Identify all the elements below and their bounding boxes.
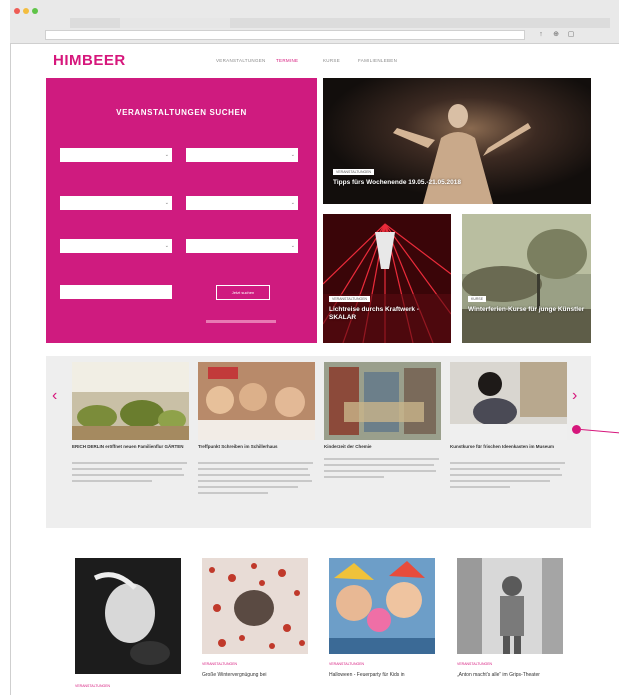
tile-tag: VERANSTALTUNGEN	[329, 296, 371, 302]
carousel-card[interactable]: Kinderzeit der Chemie	[324, 362, 441, 522]
article-card[interactable]	[202, 558, 308, 654]
card-text-line	[72, 462, 187, 464]
minimize-window-button[interactable]	[23, 8, 29, 14]
district-select[interactable]: ⌄	[60, 239, 172, 253]
card-title: Treffpunkt Schreiben im Schillerhaus	[198, 444, 278, 449]
nav-kurse[interactable]: KURSE	[323, 58, 340, 63]
card-text-line	[450, 474, 562, 476]
carousel-card[interactable]: ERICH DERLIN eröffnet neuen Familienflur…	[72, 362, 189, 522]
chevron-down-icon: ⌄	[290, 152, 295, 158]
carousel-card[interactable]: Treffpunkt Schreiben im Schillerhaus	[198, 362, 315, 522]
browser-tab[interactable]	[450, 18, 530, 28]
card-title: Kinderzeit der Chemie	[324, 444, 372, 449]
featured-image	[462, 214, 591, 343]
carousel-next-button[interactable]: ›	[572, 388, 577, 404]
article-card[interactable]	[329, 558, 435, 654]
maximize-window-button[interactable]	[32, 8, 38, 14]
carousel-card[interactable]: Kunstkurse für frischen Ideenkasten im M…	[450, 362, 567, 522]
article-title: „Anton macht's alle“ im Grips-Theater	[457, 672, 540, 678]
card-text-line	[72, 480, 152, 482]
nav-termine[interactable]: TERMINE	[276, 58, 298, 63]
article-tag: VERANSTALTUNGEN	[75, 684, 111, 688]
card-text-line	[72, 474, 184, 476]
news-carousel: ‹ › ERICH DERLIN eröffnet neuen Familien…	[46, 356, 591, 528]
bookmark-icon[interactable]: ⊕	[552, 30, 560, 40]
card-image	[324, 362, 441, 440]
search-submit-button[interactable]: Jetzt suchen	[216, 285, 270, 300]
date-select[interactable]: ⌄	[186, 148, 298, 162]
nav-veranstaltungen[interactable]: VERANSTALTUNGEN	[216, 58, 266, 63]
card-text-line	[324, 464, 434, 466]
browser-tab[interactable]	[320, 18, 460, 28]
chevron-down-icon: ⌄	[164, 152, 169, 158]
site-logo[interactable]: HIMBEER	[53, 52, 126, 69]
featured-tile-small[interactable]: KURSE Winterferien-Kurse für junge Künst…	[462, 214, 591, 343]
category-select[interactable]: ⌄	[60, 148, 172, 162]
article-image	[329, 558, 435, 654]
tile-title: Lichtreise durchs Kraftwerk - SKALAR	[329, 306, 419, 321]
article-image	[457, 558, 563, 654]
age-select[interactable]: ⌄	[60, 196, 172, 210]
tabs-icon[interactable]: ▢	[567, 30, 575, 40]
card-text-line	[324, 458, 439, 460]
tile-title: Winterferien-Kurse für junge Künstler	[468, 306, 585, 313]
chevron-down-icon: ⌄	[164, 243, 169, 249]
card-text-line	[450, 486, 510, 488]
article-title: Halloween - Feuerparty für Kids in	[329, 672, 405, 678]
article-tag: VERANSTALTUNGEN	[329, 662, 365, 666]
card-text-line	[198, 468, 308, 470]
card-text-line	[324, 470, 436, 472]
annotation-dot	[572, 425, 581, 434]
article-title: Große Wintervergnügung bei	[202, 672, 267, 678]
close-window-button[interactable]	[14, 8, 20, 14]
featured-image	[323, 214, 451, 343]
card-text-line	[198, 474, 310, 476]
article-card[interactable]	[75, 558, 181, 674]
tile-title: Tipps fürs Wochenende 19.05.-21.05.2018	[333, 179, 462, 186]
article-image	[75, 558, 181, 674]
card-title: Kunstkurse für frischen Ideenkasten im M…	[450, 444, 555, 449]
browser-tab[interactable]	[120, 18, 230, 28]
filter-reset-link[interactable]	[206, 320, 276, 323]
article-image	[202, 558, 308, 654]
card-title: ERICH DERLIN eröffnet neuen Familienflur…	[72, 444, 184, 449]
card-text-line	[450, 468, 560, 470]
card-text-line	[198, 480, 312, 482]
chevron-down-icon: ⌄	[164, 200, 169, 206]
card-text-line	[198, 462, 313, 464]
featured-tile-large[interactable]: VERANSTALTUNGEN Tipps fürs Wochenende 19…	[323, 78, 591, 204]
share-icon[interactable]: ↑	[537, 30, 545, 40]
article-tag: VERANSTALTUNGEN	[202, 662, 238, 666]
price-select[interactable]: ⌄	[186, 239, 298, 253]
keyword-input[interactable]	[60, 285, 172, 299]
card-image	[198, 362, 315, 440]
tile-tag: KURSE	[468, 296, 487, 302]
article-card[interactable]	[457, 558, 563, 654]
card-text-line	[450, 480, 550, 482]
carousel-prev-button[interactable]: ‹	[52, 388, 57, 404]
chevron-down-icon: ⌄	[290, 200, 295, 206]
card-text-line	[198, 492, 268, 494]
browser-chrome: ↑ ⊕ ▢	[10, 0, 619, 44]
card-text-line	[450, 462, 565, 464]
card-text-line	[72, 468, 182, 470]
event-search-panel: VERANSTALTUNGEN SUCHEN ⌄ ⌄ ⌄ ⌄ ⌄ ⌄ Jetzt…	[46, 78, 317, 343]
card-image	[450, 362, 567, 440]
card-image	[72, 362, 189, 440]
card-text-line	[198, 486, 298, 488]
url-bar[interactable]	[45, 30, 525, 40]
search-title: VERANSTALTUNGEN SUCHEN	[116, 108, 247, 117]
nav-familienleben[interactable]: FAMILIENLEBEN	[358, 58, 397, 63]
featured-tile-small[interactable]: VERANSTALTUNGEN Lichtreise durchs Kraftw…	[323, 214, 451, 343]
web-page: HIMBEER VERANSTALTUNGEN TERMINE KURSE FA…	[10, 44, 619, 695]
time-select[interactable]: ⌄	[186, 196, 298, 210]
tile-tag: VERANSTALTUNGEN	[333, 169, 375, 175]
chevron-down-icon: ⌄	[290, 243, 295, 249]
article-tag: VERANSTALTUNGEN	[457, 662, 493, 666]
card-text-line	[324, 476, 384, 478]
